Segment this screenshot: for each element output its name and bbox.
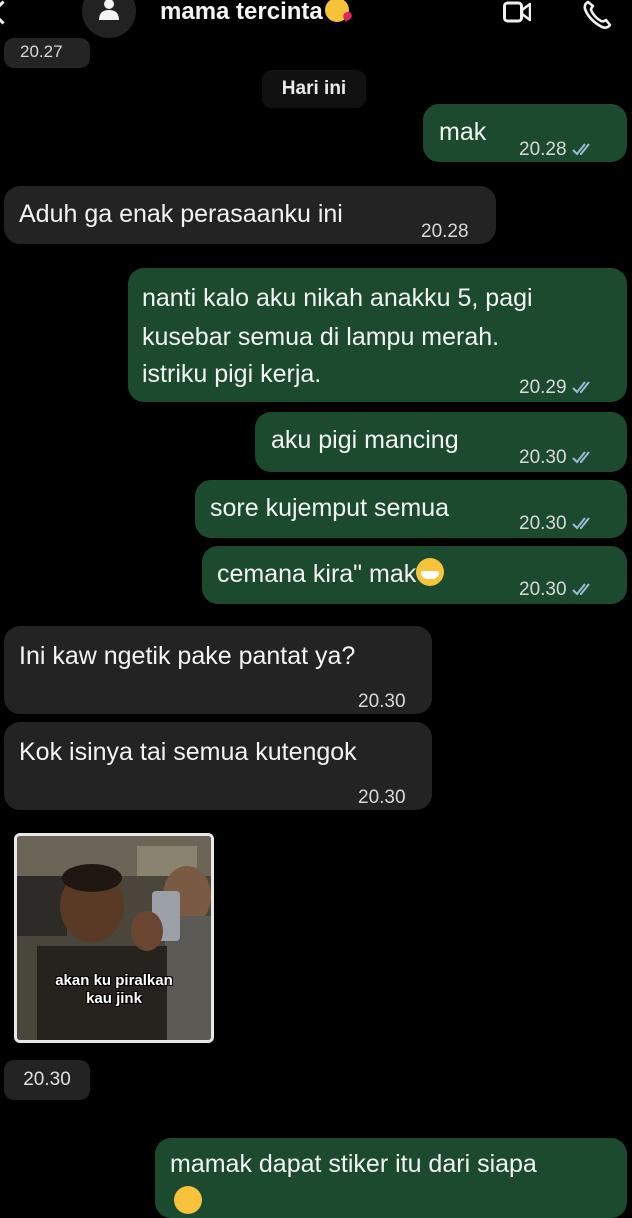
previous-timestamp-label: 20.27 bbox=[20, 42, 63, 61]
message-incoming[interactable]: Aduh ga enak perasaanku ini 20.28 bbox=[4, 186, 496, 244]
message-outgoing[interactable]: aku pigi mancing 20.30 bbox=[255, 412, 627, 472]
message-meta: 20.29 bbox=[519, 370, 594, 406]
read-receipt-icon bbox=[571, 583, 590, 596]
sticker-photo bbox=[17, 836, 211, 1040]
message-time: 20.28 bbox=[421, 221, 469, 242]
sticker-caption-line: akan ku piralkan bbox=[55, 972, 173, 989]
chevron-left-icon[interactable] bbox=[0, 0, 15, 25]
video-camera-icon[interactable] bbox=[503, 0, 531, 24]
message-incoming[interactable]: Kok isinya tai semua kutengok 20.30 bbox=[4, 722, 432, 810]
message-meta: 20.30 bbox=[519, 506, 594, 542]
message-outgoing[interactable]: nanti kalo aku nikah anakku 5, pagi kuse… bbox=[128, 268, 627, 402]
message-text: Kok isinya tai semua kutengok bbox=[19, 738, 357, 766]
person-icon bbox=[99, 0, 119, 20]
sticker-caption: akan ku piralkan kau jink bbox=[17, 972, 211, 1008]
message-text: Aduh ga enak perasaanku ini bbox=[19, 200, 343, 228]
avatar[interactable] bbox=[82, 0, 136, 38]
message-time: 20.30 bbox=[358, 787, 406, 808]
message-outgoing[interactable]: mak 20.28 bbox=[423, 104, 627, 162]
message-text: Ini kaw ngetik pake pantat ya? bbox=[19, 642, 356, 670]
message-incoming[interactable]: Ini kaw ngetik pake pantat ya? 20.30 bbox=[4, 626, 432, 714]
message-text-label: cemana kira" mak bbox=[217, 560, 417, 588]
message-text: mamak dapat stiker itu dari siapa bbox=[170, 1150, 537, 1178]
chat-header: mama tercinta bbox=[0, 0, 632, 38]
message-text: aku pigi mancing bbox=[271, 426, 459, 454]
message-text-line: kusebar semua di lampu merah. bbox=[142, 323, 500, 351]
message-outgoing[interactable]: mamak dapat stiker itu dari siapa bbox=[155, 1138, 627, 1218]
previous-timestamp: 20.27 bbox=[4, 38, 90, 68]
message-time: 20.29 bbox=[519, 377, 567, 398]
message-time: 20.30 bbox=[519, 447, 567, 468]
read-receipt-icon bbox=[571, 143, 590, 156]
message-text-line: istriku pigi kerja. bbox=[142, 360, 322, 388]
sticker-caption-line: kau jink bbox=[86, 990, 142, 1007]
message-time: 20.30 bbox=[519, 513, 567, 534]
grinning-face-emoji-icon bbox=[174, 1186, 202, 1214]
contact-name[interactable]: mama tercinta bbox=[160, 0, 349, 26]
message-time: 20.30 bbox=[358, 691, 406, 712]
date-separator: Hari ini bbox=[262, 70, 366, 108]
message-text: sore kujemput semua bbox=[210, 494, 450, 522]
phone-icon[interactable] bbox=[582, 0, 616, 30]
message-text-line: nanti kalo aku nikah anakku 5, pagi bbox=[142, 284, 533, 312]
message-meta: 20.30 bbox=[519, 440, 594, 476]
message-text: mak bbox=[439, 118, 487, 146]
grinning-face-emoji-icon bbox=[416, 558, 445, 586]
contact-name-label: mama tercinta bbox=[160, 0, 323, 25]
read-receipt-icon bbox=[571, 451, 590, 464]
sticker-image[interactable]: akan ku piralkan kau jink bbox=[14, 833, 214, 1043]
message-time: 20.30 bbox=[519, 579, 567, 600]
message-time: 20.28 bbox=[519, 139, 567, 160]
message-outgoing[interactable]: sore kujemput semua 20.30 bbox=[195, 480, 627, 538]
kissing-face-emoji-icon bbox=[324, 0, 349, 22]
read-receipt-icon bbox=[571, 517, 590, 530]
sticker-timestamp: 20.30 bbox=[4, 1060, 90, 1100]
message-meta: 20.28 bbox=[519, 132, 594, 168]
read-receipt-icon bbox=[571, 381, 590, 394]
message-text: cemana kira" mak bbox=[217, 556, 445, 592]
message-meta: 20.30 bbox=[519, 572, 594, 608]
message-outgoing[interactable]: cemana kira" mak 20.30 bbox=[202, 546, 627, 604]
